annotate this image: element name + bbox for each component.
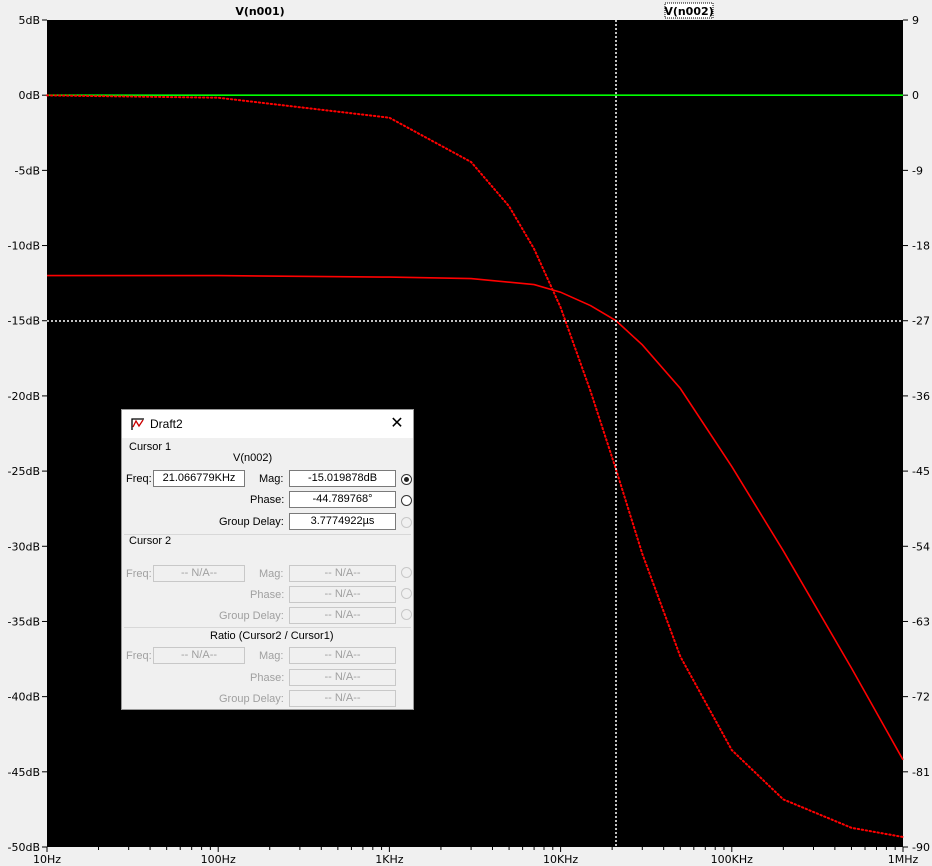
y-left-tick-label: -25dB [8, 465, 41, 478]
close-icon[interactable]: ✕ [387, 414, 407, 434]
waveform-icon [131, 418, 144, 430]
x-tick-label: 10Hz [33, 853, 61, 866]
cursor2-mag-field[interactable]: -- N/A-- [289, 565, 396, 582]
cursor1-phase-label: Phase: [250, 494, 285, 506]
y-left-tick-label: -20dB [8, 390, 41, 403]
cursor1-group-delay-radio[interactable] [401, 517, 412, 528]
ratio-freq-field[interactable]: -- N/A-- [153, 647, 245, 664]
ratio-mag-field[interactable]: -- N/A-- [289, 647, 396, 664]
cursor1-mag-label: Mag: [259, 473, 284, 485]
y-right-tick-label: -36 [912, 390, 930, 403]
cursor2-freq-label: Freq: [126, 568, 152, 580]
ratio-phase-label: Phase: [250, 672, 285, 684]
y-left-tick-label: 5dB [18, 14, 40, 27]
y-right-tick-label: -9 [912, 164, 923, 177]
x-tick-label: 100KHz [711, 853, 753, 866]
cursor2-group-delay-field[interactable]: -- N/A-- [289, 607, 396, 624]
y-right-tick-label: -81 [912, 766, 930, 779]
ratio-group-delay-field[interactable]: -- N/A-- [289, 690, 396, 707]
y-right-tick-label: -18 [912, 240, 930, 253]
cursor1-phase-field[interactable]: -44.789768° [289, 491, 396, 508]
x-tick-label: 1MHz [888, 853, 919, 866]
y-left-tick-label: -15dB [8, 315, 41, 328]
y-left-tick-label: -30dB [8, 540, 41, 553]
y-left-tick-label: -10dB [8, 240, 41, 253]
cursor1-freq-field[interactable]: 21.066779KHz [153, 470, 245, 487]
ratio-section-label: Ratio (Cursor2 / Cursor1) [210, 630, 334, 642]
dialog-title: Draft2 [150, 417, 183, 431]
x-tick-label: 10KHz [543, 853, 578, 866]
y-left-tick-label: -35dB [8, 615, 41, 628]
separator [124, 627, 411, 628]
cursor1-trace-name: V(n002) [233, 452, 273, 464]
ratio-freq-label: Freq: [126, 650, 152, 662]
y-right-tick-label: 9 [912, 14, 919, 27]
y-right-tick-label: -45 [912, 465, 930, 478]
y-left-tick-label: -45dB [8, 766, 41, 779]
cursor2-mag-radio[interactable] [401, 567, 412, 578]
dialog-title-bar[interactable]: Draft2 ✕ [122, 410, 413, 438]
ratio-group-delay-label: Group Delay: [219, 693, 284, 705]
cursor2-group-delay-radio[interactable] [401, 609, 412, 620]
x-tick-label: 1KHz [375, 853, 403, 866]
cursor2-mag-label: Mag: [259, 568, 284, 580]
y-right-tick-label: -72 [912, 691, 930, 704]
cursor-dialog: Draft2 ✕ Cursor 1 V(n002) Freq: 21.06677… [121, 409, 414, 710]
cursor1-section-label: Cursor 1 [129, 441, 172, 453]
cursor1-mag-radio[interactable] [401, 474, 412, 485]
cursor2-freq-field[interactable]: -- N/A-- [153, 565, 245, 582]
cursor2-group-delay-label: Group Delay: [219, 610, 284, 622]
cursor1-phase-radio[interactable] [401, 495, 412, 506]
ratio-mag-label: Mag: [259, 650, 284, 662]
cursor1-freq-label: Freq: [126, 473, 152, 485]
cursor2-phase-radio[interactable] [401, 588, 412, 599]
cursor2-section-label: Cursor 2 [129, 535, 172, 547]
y-right-tick-label: -54 [912, 540, 930, 553]
ratio-phase-field[interactable]: -- N/A-- [289, 669, 396, 686]
trace-label-vn002[interactable]: V(n002) [664, 5, 713, 18]
y-left-tick-label: -40dB [8, 691, 41, 704]
cursor2-phase-label: Phase: [250, 589, 285, 601]
y-right-tick-label: -63 [912, 615, 930, 628]
cursor1-group-delay-label: Group Delay: [219, 516, 284, 528]
trace-label-vn001[interactable]: V(n001) [235, 5, 284, 18]
y-right-tick-label: 0 [912, 89, 919, 102]
y-left-tick-label: 0dB [18, 89, 40, 102]
cursor1-group-delay-field[interactable]: 3.7774922µs [289, 513, 396, 530]
y-right-tick-label: -27 [912, 315, 930, 328]
x-tick-label: 100Hz [201, 853, 236, 866]
cursor1-mag-field[interactable]: -15.019878dB [289, 470, 396, 487]
cursor2-phase-field[interactable]: -- N/A-- [289, 586, 396, 603]
y-left-tick-label: -5dB [15, 164, 41, 177]
